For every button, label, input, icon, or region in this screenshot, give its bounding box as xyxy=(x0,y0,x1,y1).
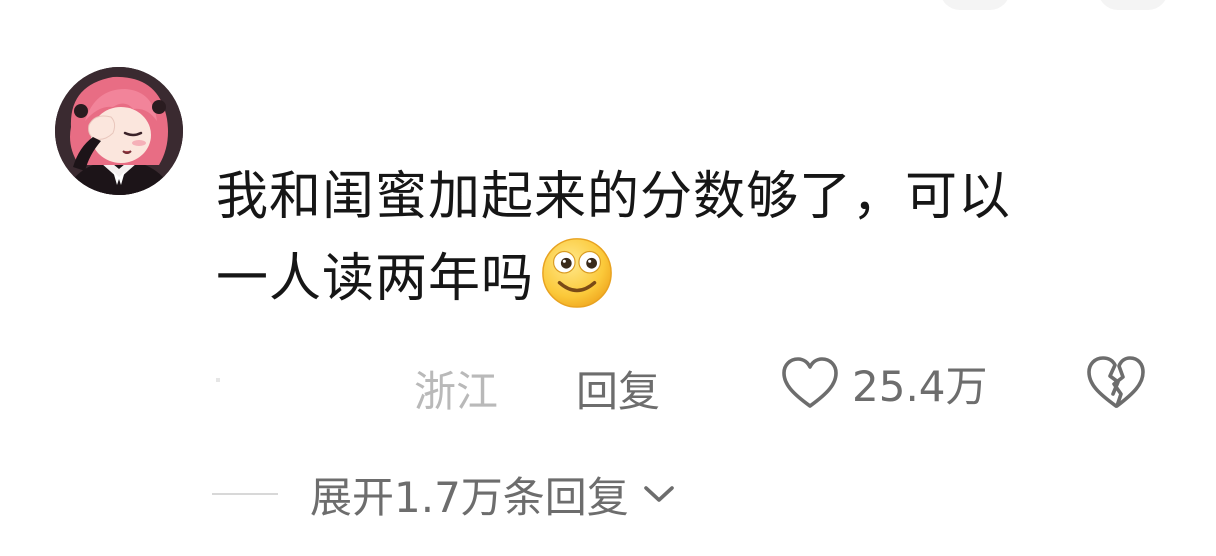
meta-divider xyxy=(216,378,220,382)
heart-outline-icon xyxy=(782,357,838,408)
anime-girl-avatar-icon xyxy=(55,67,183,195)
like-count: 25.4万 xyxy=(852,361,988,411)
location-label: 浙江 xyxy=(414,367,499,416)
comment-text-line: 我和闺蜜加起来的分数够了，可以 xyxy=(216,167,1012,227)
chevron-down-icon xyxy=(643,486,674,502)
comment-text: 我和闺蜜加起来的分数够了，可以 一人读两年吗 xyxy=(216,162,1176,314)
broken-heart-icon[interactable] xyxy=(1084,354,1148,410)
top-partial-element xyxy=(940,0,1010,10)
comment-item: 我和闺蜜加起来的分数够了，可以 一人读两年吗 浙江 回复 25.4万 展开1.7… xyxy=(0,0,1216,556)
like-button[interactable]: 25.4万 xyxy=(780,352,988,414)
expand-replies-label: 展开1.7万条回复 xyxy=(310,472,629,522)
expand-replies-button[interactable]: 展开1.7万条回复 xyxy=(212,462,677,526)
avatar[interactable] xyxy=(55,67,183,195)
comment-text-segment: 一人读两年吗 xyxy=(216,249,535,309)
comment-text-line: 一人读两年吗 xyxy=(216,232,1176,314)
top-partial-element xyxy=(1098,0,1168,10)
reply-button[interactable]: 回复 xyxy=(576,358,660,419)
expand-divider-line xyxy=(212,493,278,495)
comment-meta-row: 浙江 回复 25.4万 xyxy=(216,352,1176,416)
smiling-face-emoji-icon xyxy=(542,238,612,308)
